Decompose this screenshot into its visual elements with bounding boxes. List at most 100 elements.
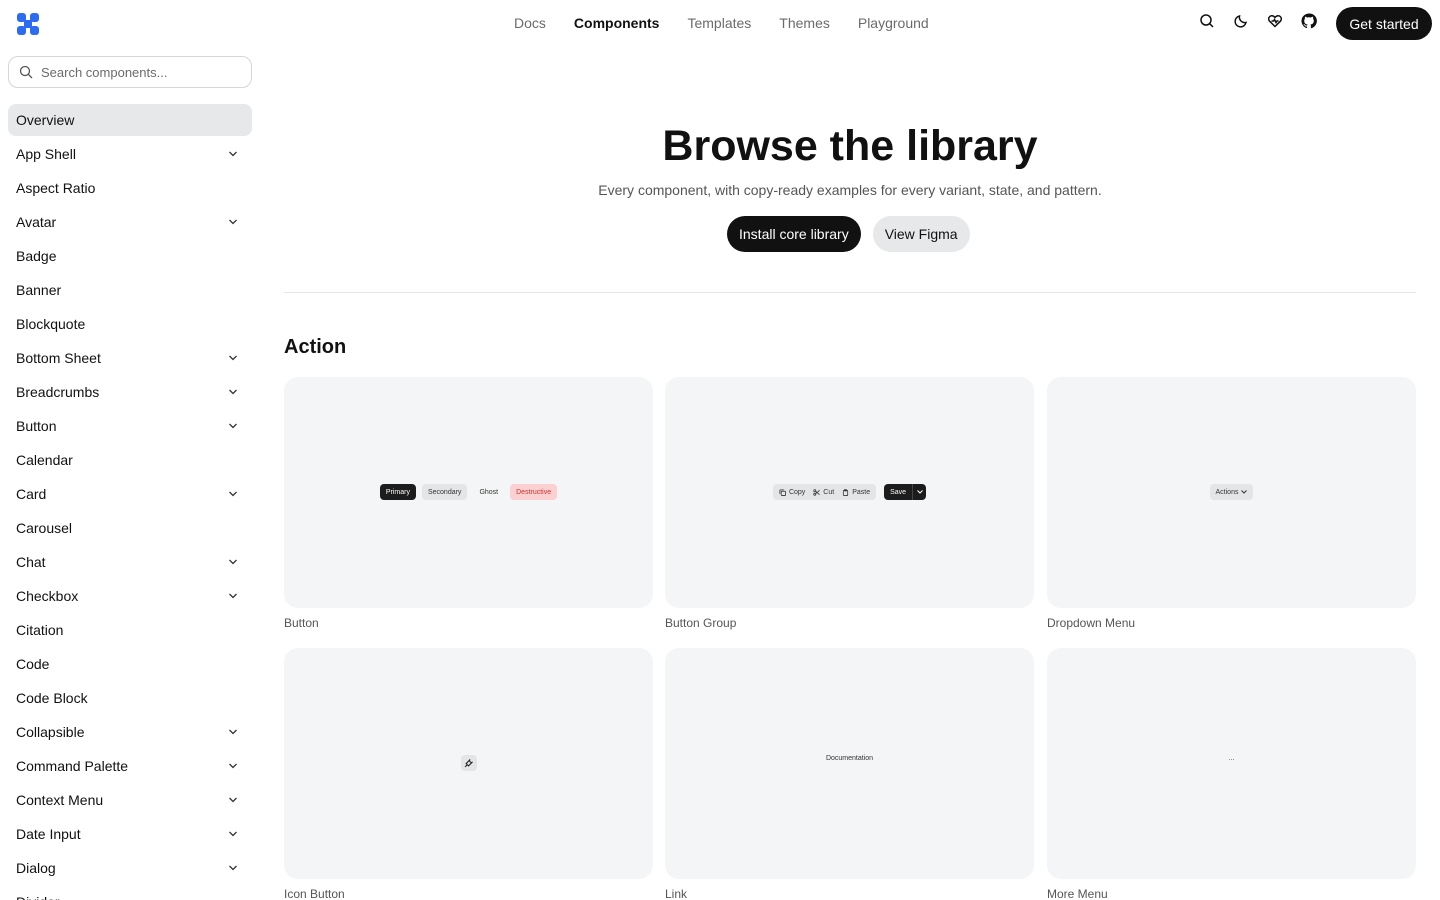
card-preview: Documentation (665, 648, 1034, 879)
sidebar-item-label: Banner (16, 282, 62, 298)
chevron-down-icon[interactable] (228, 490, 238, 498)
sidebar-item-divider[interactable]: Divider (8, 886, 252, 900)
get-started-button[interactable]: Get started (1336, 7, 1432, 40)
chevron-down-icon[interactable] (228, 830, 238, 838)
sidebar-item-overview[interactable]: Overview (8, 104, 252, 136)
component-card-dropdown-menu[interactable]: Actions Dropdown Menu (1047, 377, 1416, 630)
sidebar-item-label: Date Input (16, 826, 81, 842)
chevron-down-icon[interactable] (228, 388, 238, 396)
sidebar-item-label: Code (16, 656, 50, 672)
preview-actions-trigger: Actions (1209, 484, 1254, 500)
nav-docs[interactable]: Docs (514, 14, 546, 32)
hero-actions: Install core library View Figma (727, 216, 970, 252)
sidebar-item-label: Bottom Sheet (16, 350, 101, 366)
sidebar-item-card[interactable]: Card (8, 478, 252, 510)
card-preview: Actions (1047, 377, 1416, 608)
chevron-down-icon[interactable] (228, 422, 238, 430)
sidebar-item-app-shell[interactable]: App Shell (8, 138, 252, 170)
button-group-preview: Copy Cut Paste Save (665, 484, 1034, 500)
dropdown-preview: Actions (1047, 484, 1416, 500)
chevron-down-icon[interactable] (228, 728, 238, 736)
component-card-more-menu[interactable]: ... More Menu (1047, 648, 1416, 900)
sidebar-item-code-block[interactable]: Code Block (8, 682, 252, 714)
sidebar-item-date-input[interactable]: Date Input (8, 818, 252, 850)
github-icon[interactable] (1301, 13, 1317, 29)
sidebar-item-label: Collapsible (16, 724, 85, 740)
sidebar-item-label: Card (16, 486, 47, 502)
sidebar-item-label: Overview (16, 112, 75, 128)
sidebar-item-dialog[interactable]: Dialog (8, 852, 252, 884)
more-menu-preview: ... (1047, 755, 1416, 762)
preview-more-button: ... (1228, 755, 1235, 762)
sidebar-item-label: Avatar (16, 214, 57, 230)
sidebar-item-label: Button (16, 418, 57, 434)
sidebar-item-code[interactable]: Code (8, 648, 252, 680)
sidebar-item-blockquote[interactable]: Blockquote (8, 308, 252, 340)
component-card-button[interactable]: Primary Secondary Ghost Destructive Butt… (284, 377, 653, 630)
sidebar-item-label: Dialog (16, 860, 56, 876)
clipboard-icon (843, 488, 849, 496)
moon-icon[interactable] (1233, 13, 1249, 29)
chevron-down-icon[interactable] (228, 218, 238, 226)
sidebar-item-label: Breadcrumbs (16, 384, 100, 400)
button-preview: Primary Secondary Ghost Destructive (284, 484, 653, 500)
card-caption: More Menu (1047, 887, 1108, 900)
sidebar-item-button[interactable]: Button (8, 410, 252, 442)
preview-save-button: Save (884, 484, 913, 500)
sidebar-item-label: App Shell (16, 146, 76, 162)
sidebar-item-breadcrumbs[interactable]: Breadcrumbs (8, 376, 252, 408)
chevron-down-icon[interactable] (228, 354, 238, 362)
chevron-down-icon[interactable] (228, 796, 238, 804)
sidebar-item-bottom-sheet[interactable]: Bottom Sheet (8, 342, 252, 374)
heart-icon[interactable] (1267, 13, 1283, 29)
preview-icon-button (460, 755, 477, 771)
nav-playground[interactable]: Playground (858, 14, 929, 32)
sidebar-item-carousel[interactable]: Carousel (8, 512, 252, 544)
component-card-button-group[interactable]: Copy Cut Paste Save Button Group (665, 377, 1034, 630)
wrench-icon (464, 758, 473, 767)
sidebar-item-checkbox[interactable]: Checkbox (8, 580, 252, 612)
card-preview: Copy Cut Paste Save (665, 377, 1034, 608)
sidebar-item-aspect-ratio[interactable]: Aspect Ratio (8, 172, 252, 204)
card-preview: Primary Secondary Ghost Destructive (284, 377, 653, 608)
sidebar-item-avatar[interactable]: Avatar (8, 206, 252, 238)
sidebar-item-label: Badge (16, 248, 57, 264)
sidebar-item-badge[interactable]: Badge (8, 240, 252, 272)
sidebar-item-banner[interactable]: Banner (8, 274, 252, 306)
install-core-library-button[interactable]: Install core library (727, 216, 861, 252)
brand-logo[interactable] (16, 12, 40, 36)
section-title: Action (284, 336, 347, 358)
chevron-down-icon[interactable] (228, 592, 238, 600)
link-preview: Documentation (665, 755, 1034, 762)
sidebar-item-label: Context Menu (16, 792, 104, 808)
preview-button-group: Copy Cut Paste (772, 484, 877, 500)
search-icon[interactable] (1199, 13, 1215, 29)
card-caption: Dropdown Menu (1047, 616, 1136, 630)
nav-themes[interactable]: Themes (779, 14, 830, 32)
sidebar-item-chat[interactable]: Chat (8, 546, 252, 578)
sidebar-item-citation[interactable]: Citation (8, 614, 252, 646)
copy-icon (779, 488, 786, 496)
preview-split-button: Save (884, 484, 927, 500)
view-figma-button[interactable]: View Figma (872, 216, 970, 252)
chevron-down-icon[interactable] (228, 558, 238, 566)
sidebar-item-calendar[interactable]: Calendar (8, 444, 252, 476)
preview-primary-button: Primary (379, 484, 416, 500)
sidebar-item-label: Code Block (16, 690, 88, 706)
component-card-link[interactable]: Documentation Link (665, 648, 1034, 900)
chevron-down-icon[interactable] (228, 762, 238, 770)
preview-ghost-button: Ghost (479, 488, 499, 496)
search-icon (19, 65, 33, 79)
divider (284, 292, 1416, 293)
sidebar-item-command-palette[interactable]: Command Palette (8, 750, 252, 782)
nav-templates[interactable]: Templates (687, 14, 751, 32)
card-preview: ... (1047, 648, 1416, 879)
nav-components[interactable]: Components (574, 14, 660, 32)
component-card-icon-button[interactable]: Icon Button (284, 648, 653, 900)
chevron-down-icon[interactable] (228, 864, 238, 872)
card-preview (284, 648, 653, 879)
sidebar-item-collapsible[interactable]: Collapsible (8, 716, 252, 748)
chevron-down-icon[interactable] (228, 150, 238, 158)
search-input[interactable] (41, 62, 241, 82)
sidebar-item-context-menu[interactable]: Context Menu (8, 784, 252, 816)
